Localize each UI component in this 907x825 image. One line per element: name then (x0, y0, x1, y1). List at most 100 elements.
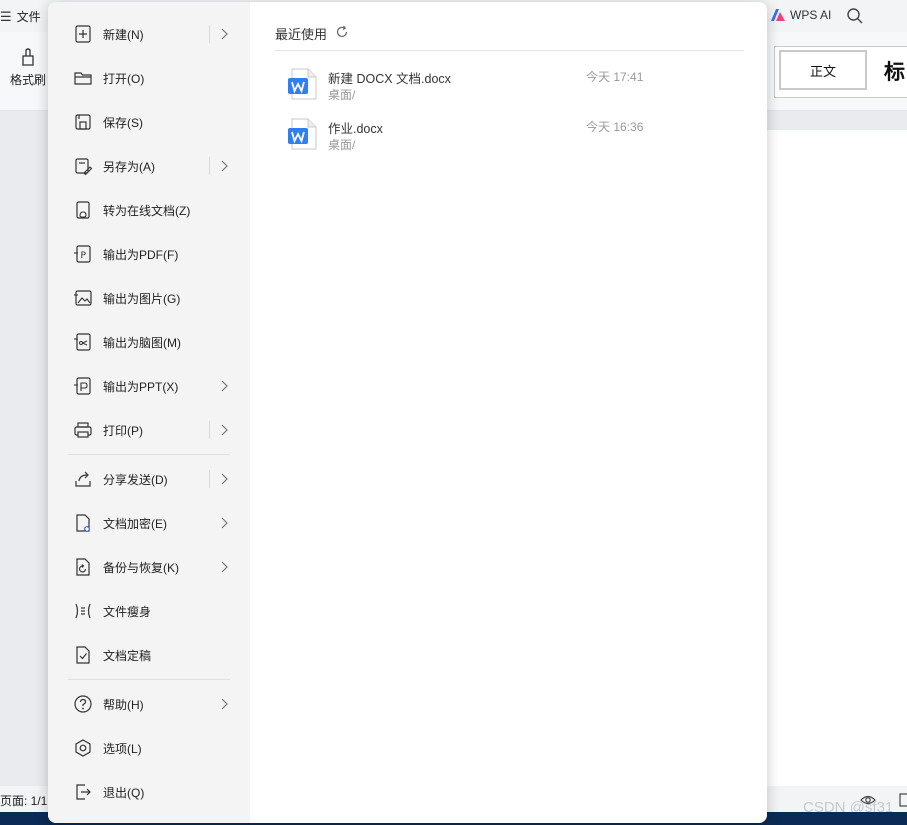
folder-icon (72, 67, 94, 89)
style-normal-button[interactable]: 正文 (779, 50, 867, 90)
recent-file-item[interactable]: 作业.docx 桌面/ 今天 16:36 (284, 118, 654, 160)
pdf-icon: P (72, 243, 94, 265)
chevron-right-icon[interactable] (218, 28, 230, 40)
search-icon[interactable] (846, 7, 864, 28)
finalize-icon (72, 644, 94, 666)
menu-divider (68, 679, 230, 680)
menu-item-label: 文档定稿 (103, 648, 152, 663)
help-icon (72, 693, 94, 715)
menu-item-label: 输出为脑图(M) (103, 335, 181, 350)
svg-text:P: P (81, 251, 87, 261)
encrypt-icon (72, 512, 94, 534)
menu-item-export-image[interactable]: 输出为图片(G) (68, 282, 232, 314)
wps-ai-label: WPS AI (790, 8, 832, 22)
online-doc-icon (72, 199, 94, 221)
wps-ai-button[interactable]: WPS AI (770, 8, 831, 22)
recent-files-title: 最近使用 (275, 27, 328, 42)
menu-item-label: 打印(P) (103, 423, 143, 438)
mindmap-icon (72, 331, 94, 353)
menu-item-label: 文件瘦身 (103, 604, 152, 619)
file-name: 作业.docx (328, 122, 383, 136)
wps-ai-logo-icon (771, 9, 785, 21)
slim-icon (72, 600, 94, 622)
image-icon (72, 287, 94, 309)
menu-item-help[interactable]: 帮助(H) (68, 688, 232, 720)
word-doc-icon (288, 68, 318, 103)
menu-item-share[interactable]: 分享发送(D) (68, 463, 232, 495)
word-doc-icon (288, 118, 318, 153)
format-brush-icon (22, 48, 34, 66)
chevron-right-icon[interactable] (218, 473, 230, 485)
menu-item-label: 选项(L) (103, 741, 142, 756)
file-menu-list: 新建(N) 打开(O) 保存(S) 另存为(A) 转为在线文档(Z) P 输出为… (48, 2, 250, 823)
options-icon (72, 737, 94, 759)
menu-item-label: 输出为PPT(X) (103, 379, 179, 394)
menu-item-label: 打开(O) (103, 71, 145, 86)
chevron-right-icon[interactable] (218, 380, 230, 392)
divider (209, 25, 210, 43)
menu-item-export-ppt[interactable]: 输出为PPT(X) (68, 370, 232, 402)
menu-item-export-pdf[interactable]: P 输出为PDF(F) (68, 238, 232, 270)
format-brush-label: 格式刷 (9, 73, 46, 87)
divider (209, 157, 210, 175)
menu-item-label: 备份与恢复(K) (103, 560, 179, 575)
new-icon (72, 23, 94, 45)
menu-item-slim[interactable]: 文件瘦身 (68, 595, 232, 627)
menu-item-label: 新建(N) (103, 27, 144, 42)
menu-item-label: 帮助(H) (103, 697, 144, 712)
menu-divider (68, 454, 230, 455)
save-icon (72, 111, 94, 133)
refresh-icon[interactable] (335, 25, 349, 42)
hamburger-icon: ☰ (0, 8, 12, 24)
menu-item-label: 转为在线文档(Z) (103, 203, 191, 218)
divider (209, 470, 210, 488)
menu-item-finalize[interactable]: 文档定稿 (68, 639, 232, 671)
chevron-right-icon[interactable] (218, 424, 230, 436)
print-icon (72, 419, 94, 441)
menu-item-print[interactable]: 打印(P) (68, 414, 232, 446)
ppt-icon (72, 375, 94, 397)
menu-item-label: 文档加密(E) (103, 516, 167, 531)
file-menu-button[interactable]: ☰ 文件 (0, 8, 41, 25)
file-path: 桌面/ (328, 88, 356, 102)
file-time: 今天 17:41 (586, 70, 644, 84)
menu-item-save[interactable]: 保存(S) (68, 106, 232, 138)
menu-item-encrypt[interactable]: 文档加密(E) (68, 507, 232, 539)
file-backstage-panel: 新建(N) 打开(O) 保存(S) 另存为(A) 转为在线文档(Z) P 输出为… (48, 2, 767, 823)
menu-item-label: 分享发送(D) (103, 472, 168, 487)
file-time: 今天 16:36 (586, 120, 644, 134)
recent-files-header: 最近使用 (275, 24, 349, 43)
exit-icon (72, 781, 94, 803)
document-page[interactable] (766, 130, 907, 790)
menu-item-convert-online[interactable]: 转为在线文档(Z) (68, 194, 232, 226)
panel-toggle-icon[interactable] (899, 793, 907, 810)
menu-item-label: 退出(Q) (103, 785, 145, 800)
recent-divider (275, 50, 744, 51)
chevron-right-icon[interactable] (218, 517, 230, 529)
menu-item-label: 另存为(A) (103, 159, 155, 174)
file-menu-label: 文件 (16, 10, 41, 24)
backup-icon (72, 556, 94, 578)
divider (209, 421, 210, 439)
menu-item-exit[interactable]: 退出(Q) (68, 776, 232, 808)
menu-item-options[interactable]: 选项(L) (68, 732, 232, 764)
menu-item-label: 输出为PDF(F) (103, 247, 179, 262)
format-brush-button[interactable]: 格式刷 (8, 46, 48, 88)
chevron-right-icon[interactable] (218, 160, 230, 172)
page-indicator: 页面: 1/1 (0, 794, 48, 808)
share-icon (72, 468, 94, 490)
menu-item-new[interactable]: 新建(N) (68, 18, 232, 50)
file-path: 桌面/ (328, 138, 356, 152)
menu-item-save-as[interactable]: 另存为(A) (68, 150, 232, 182)
chevron-right-icon[interactable] (218, 561, 230, 573)
menu-item-backup[interactable]: 备份与恢复(K) (68, 551, 232, 583)
style-heading-button[interactable]: 标 (884, 56, 905, 86)
menu-item-label: 输出为图片(G) (103, 291, 181, 306)
menu-item-export-mindmap[interactable]: 输出为脑图(M) (68, 326, 232, 358)
save-as-icon (72, 155, 94, 177)
recent-file-item[interactable]: 新建 DOCX 文档.docx 桌面/ 今天 17:41 (284, 68, 654, 110)
chevron-right-icon[interactable] (218, 698, 230, 710)
menu-item-label: 保存(S) (103, 115, 143, 130)
file-name: 新建 DOCX 文档.docx (328, 72, 451, 86)
menu-item-open[interactable]: 打开(O) (68, 62, 232, 94)
